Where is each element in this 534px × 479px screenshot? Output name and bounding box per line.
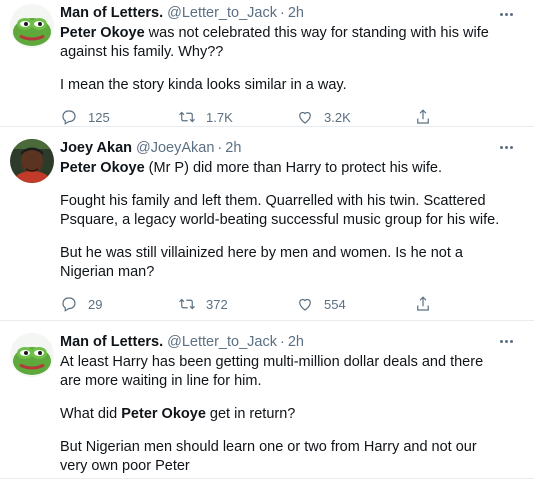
- user-handle[interactable]: @Letter_to_Jack: [167, 4, 277, 23]
- tweet-paragraph: What did Peter Okoye get in return?: [60, 406, 296, 422]
- tweet-text: Peter Okoye was not celebrated this way …: [60, 24, 522, 95]
- retweet-button[interactable]: 372: [178, 295, 296, 313]
- tweet-text: At least Harry has been getting multi-mi…: [60, 353, 522, 476]
- reply-button[interactable]: 125: [60, 108, 178, 126]
- tweet-paragraph: Fought his family and left them. Quarrel…: [60, 193, 500, 228]
- display-name[interactable]: Man of Letters.: [60, 333, 163, 352]
- user-handle[interactable]: @JoeyAkan: [136, 139, 214, 158]
- separator-dot: ·: [279, 5, 285, 21]
- tweet-paragraph: But Nigerian men should learn one or two…: [60, 439, 477, 474]
- like-count: 554: [324, 296, 346, 312]
- tweet-feed: Man of Letters. @Letter_to_Jack · 2h Pet…: [0, 0, 534, 479]
- mention-bold: Peter Okoye: [60, 160, 145, 176]
- timestamp[interactable]: 2h: [288, 4, 304, 23]
- user-handle[interactable]: @Letter_to_Jack: [167, 333, 277, 352]
- like-button[interactable]: 554: [296, 295, 414, 313]
- tweet[interactable]: Man of Letters. @Letter_to_Jack · 2h Pet…: [0, 0, 534, 127]
- like-button[interactable]: 3.2K: [296, 108, 414, 126]
- reply-count: 125: [88, 109, 110, 125]
- tweet[interactable]: Man of Letters. @Letter_to_Jack · 2h At …: [0, 321, 534, 479]
- share-button[interactable]: [414, 295, 444, 313]
- like-count: 3.2K: [324, 109, 351, 125]
- more-icon[interactable]: [496, 139, 516, 155]
- mention-bold: Peter Okoye: [60, 25, 145, 41]
- retweet-button[interactable]: 1.7K: [178, 108, 296, 126]
- avatar[interactable]: [10, 333, 54, 377]
- share-icon: [417, 296, 429, 311]
- tweet-header: Man of Letters. @Letter_to_Jack · 2h: [60, 333, 522, 352]
- reply-button[interactable]: 29: [60, 295, 178, 313]
- share-icon: [417, 109, 429, 124]
- timestamp[interactable]: 2h: [225, 139, 241, 158]
- tweet-header: Man of Letters. @Letter_to_Jack · 2h: [60, 4, 522, 23]
- retweet-count: 372: [206, 296, 228, 312]
- tweet-paragraph: At least Harry has been getting multi-mi…: [60, 354, 484, 389]
- more-icon[interactable]: [496, 333, 516, 349]
- retweet-count: 1.7K: [206, 109, 233, 125]
- more-icon[interactable]: [496, 6, 516, 22]
- mention-bold: Peter Okoye: [121, 406, 206, 422]
- reply-count: 29: [88, 296, 103, 312]
- display-name[interactable]: Man of Letters.: [60, 4, 163, 23]
- tweet-header: Joey Akan @JoeyAkan · 2h: [60, 139, 522, 158]
- reply-icon: [62, 110, 76, 125]
- retweet-icon: [179, 298, 195, 310]
- retweet-icon: [179, 111, 195, 123]
- like-icon: [299, 298, 311, 311]
- tweet-paragraph: I mean the story kinda looks similar in …: [60, 77, 347, 93]
- share-button[interactable]: [414, 108, 444, 126]
- action-bar: 29 372 554: [60, 294, 522, 314]
- tweet[interactable]: Joey Akan @JoeyAkan · 2h Peter Okoye (Mr…: [0, 127, 534, 321]
- display-name[interactable]: Joey Akan: [60, 139, 132, 158]
- separator-dot: ·: [217, 140, 223, 156]
- avatar[interactable]: [10, 4, 54, 48]
- tweet-paragraph: Peter Okoye (Mr P) did more than Harry t…: [60, 160, 442, 176]
- timestamp[interactable]: 2h: [288, 333, 304, 352]
- tweet-paragraph: But he was still villainized here by men…: [60, 245, 463, 280]
- avatar[interactable]: [10, 139, 54, 183]
- tweet-paragraph: Peter Okoye was not celebrated this way …: [60, 25, 489, 60]
- reply-icon: [62, 297, 76, 312]
- separator-dot: ·: [279, 334, 285, 350]
- like-icon: [299, 111, 311, 124]
- tweet-text: Peter Okoye (Mr P) did more than Harry t…: [60, 159, 522, 282]
- action-bar: 125 1.7K 3.2K: [60, 107, 522, 127]
